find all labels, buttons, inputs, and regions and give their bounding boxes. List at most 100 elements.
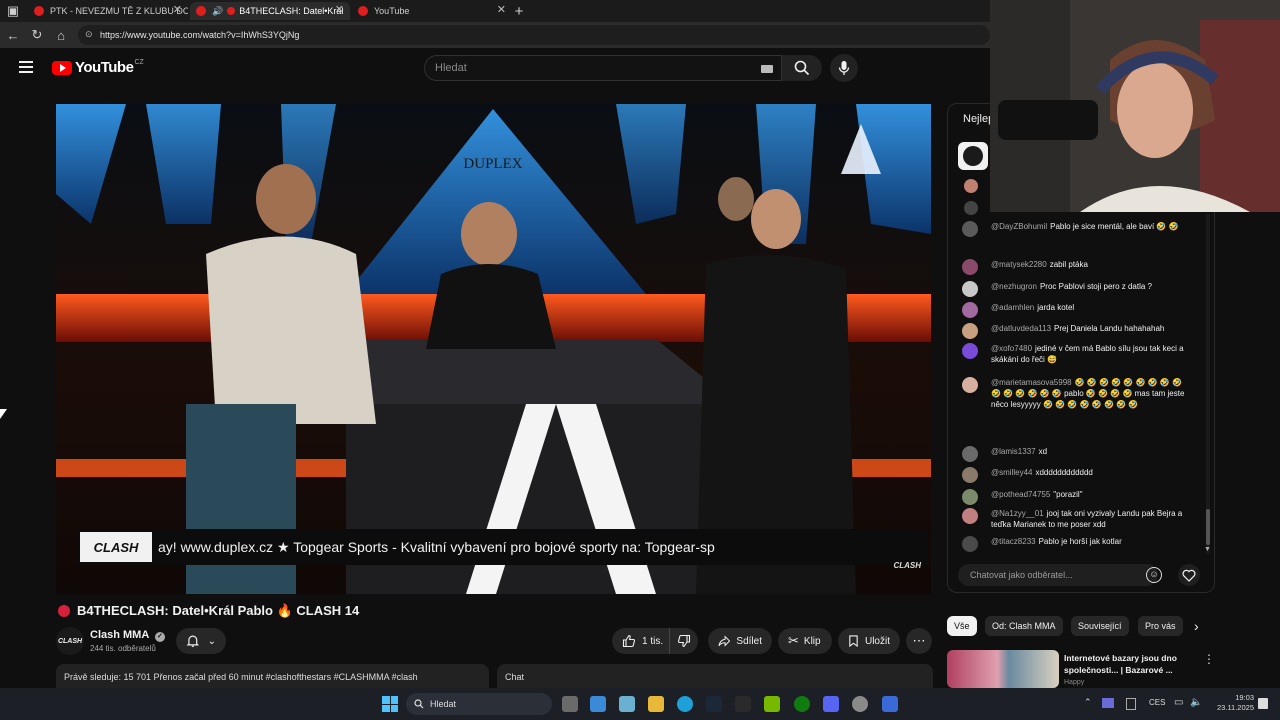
chat-message[interactable]: @matysek2280 zabil ptáka [962,259,1192,275]
chevron-right-icon[interactable]: › [1194,618,1199,634]
windows-start-icon[interactable] [382,696,398,712]
chat-message[interactable]: @pothead74755 "porazil" [962,489,1192,505]
more-actions-button[interactable]: ⋯ [906,628,932,654]
channel-name[interactable]: Clash MMA [90,629,149,641]
chat-message[interactable]: @Na1zyy__01 jooj tak oni vyzivaly Landu p… [962,508,1192,530]
chat-username[interactable]: @pothead74755 [991,490,1050,499]
app-icon[interactable] [882,696,898,712]
tab-b4theclash[interactable]: 🔊 B4THECLASH: Datel•Král ✕ [190,2,350,20]
save-button[interactable]: Uložit [838,628,900,654]
keyboard-icon[interactable] [761,65,773,73]
chat-avatar[interactable] [962,281,978,297]
dislike-button[interactable] [670,628,698,654]
recommended-title[interactable]: Internetové bazary jsou dno společnosti.… [1064,652,1194,676]
chat-avatar[interactable] [962,302,978,318]
chat-avatar[interactable] [962,259,978,275]
speaker-icon[interactable]: 🔊 [212,6,223,17]
recommended-video[interactable]: Internetové bazary jsou dno společnosti.… [947,650,1215,688]
chat-username[interactable]: @smilley44 [991,468,1032,477]
channel-name-wrap[interactable]: Clash MMA ✓ [90,629,165,642]
chat-username[interactable]: @matysek2280 [991,260,1047,269]
steam-icon[interactable] [706,696,722,712]
subscribe-bell-button[interactable]: ⌄ [176,628,226,654]
chat-message[interactable]: @marietamasova5998 🤣 🤣 🤣 🤣 🤣 🤣 🤣 🤣 🤣 🤣 🤣 … [962,377,1192,410]
filter-chip[interactable]: Související [1071,616,1129,636]
notifications-icon[interactable] [1258,698,1268,709]
taskbar-search[interactable]: Hledat [406,693,552,715]
recommended-thumbnail[interactable] [947,650,1059,688]
chat-avatar[interactable] [962,377,978,393]
network-icon[interactable]: ▭ [1174,697,1183,708]
chat-input[interactable]: Chatovat jako odběratel... [958,564,1158,586]
ticker-avatar[interactable] [964,201,978,215]
chat-username[interactable]: @adamhlen [991,303,1034,312]
chat-avatar[interactable] [962,446,978,462]
share-button[interactable]: Sdílet [708,628,772,654]
search-input[interactable]: Hledat [424,55,782,81]
xbox-icon[interactable] [794,696,810,712]
chat-message[interactable]: @lamis1337 xd [962,446,1192,462]
app-icon[interactable] [735,696,751,712]
app-icon[interactable] [590,696,606,712]
chat-avatar[interactable] [962,467,978,483]
chat-username[interactable]: @titacz8233 [991,537,1036,546]
more-vertical-icon[interactable]: ⋮ [1203,652,1215,666]
chat-username[interactable]: @DayZBohumil [991,222,1047,231]
chat-toggle[interactable]: Chat [497,664,933,688]
description-box[interactable]: Právě sleduje: 15 701 Přenos začal před … [56,664,489,688]
close-tab-icon[interactable]: ✕ [497,3,506,16]
home-icon[interactable]: ⌂ [52,26,70,44]
new-tab-icon[interactable]: + [510,2,528,20]
like-button[interactable]: 1 tis. [612,628,670,654]
chat-message[interactable]: @adamhlen jarda kotel [962,302,1192,318]
close-tab-icon[interactable]: ✕ [335,3,344,16]
filter-chip[interactable]: Od: Clash MMA [985,616,1063,636]
tray-app-icon[interactable] [1102,698,1114,708]
chat-username[interactable]: @datluvdeda113 [991,324,1051,333]
pinned-channel-chip[interactable] [958,142,988,170]
chat-message[interactable]: @smilley44 xdddddddddddd [962,467,1192,483]
volume-icon[interactable]: 🔈 [1190,697,1202,708]
filter-chip[interactable]: Vše [947,616,977,636]
app-icon[interactable] [619,696,635,712]
nvidia-icon[interactable] [764,696,780,712]
hamburger-icon[interactable] [19,61,33,73]
tab-ptk[interactable]: PTK - NEVEZMU TĚ Z KLUBU DO ✕ [28,2,188,20]
back-icon[interactable]: ← [4,26,22,44]
search-button[interactable] [782,55,822,81]
ticker-avatar[interactable] [964,179,978,193]
chat-avatar[interactable] [962,323,978,339]
chat-avatar[interactable] [962,536,978,552]
chat-message[interactable]: @datluvdeda113 Prej Daniela Landu hahahah… [962,323,1192,339]
reload-icon[interactable]: ↻ [28,26,46,44]
chat-username[interactable]: @xofo7480 [991,344,1032,353]
tray-chevron-icon[interactable]: ⌃ [1084,697,1092,708]
clip-button[interactable]: ✂ Klip [778,628,832,654]
task-view-icon[interactable] [562,696,578,712]
voice-search-button[interactable] [830,54,858,82]
chat-username[interactable]: @marietamasova5998 [991,378,1072,387]
chat-avatar[interactable] [962,489,978,505]
chat-avatar[interactable] [962,508,978,524]
tray-app-icon[interactable] [1126,698,1136,710]
channel-avatar[interactable]: CLASH [56,627,84,655]
chat-scrollbar-thumb[interactable] [1206,509,1210,545]
tab-youtube[interactable]: YouTube ✕ [352,2,512,20]
chat-username[interactable]: @Na1zyy__01 [991,509,1044,518]
close-tab-icon[interactable]: ✕ [173,3,182,16]
heart-button[interactable] [1178,564,1200,586]
file-explorer-icon[interactable] [648,696,664,712]
input-language[interactable]: CES [1149,698,1165,707]
edge-browser-icon[interactable] [677,696,693,712]
tab-actions-icon[interactable]: ▣ [4,2,22,20]
clock[interactable]: 19:03 23.11.2025 [1212,693,1254,713]
chat-message[interactable]: @DayZBohumil Pablo je sice mentál, ale ba… [962,221,1192,237]
site-info-icon[interactable]: ⊙ [85,29,93,40]
recommended-channel[interactable]: Happy [1064,679,1084,686]
emoji-icon[interactable]: ☺ [1146,567,1162,583]
app-icon[interactable] [823,696,839,712]
chat-avatar[interactable] [962,221,978,237]
chat-message[interactable]: @xofo7480 jediné v čem má Bablo sílu jsou… [962,343,1192,365]
youtube-logo[interactable]: YouTube CZ [52,59,144,76]
chat-scroll-track[interactable] [1206,214,1210,554]
